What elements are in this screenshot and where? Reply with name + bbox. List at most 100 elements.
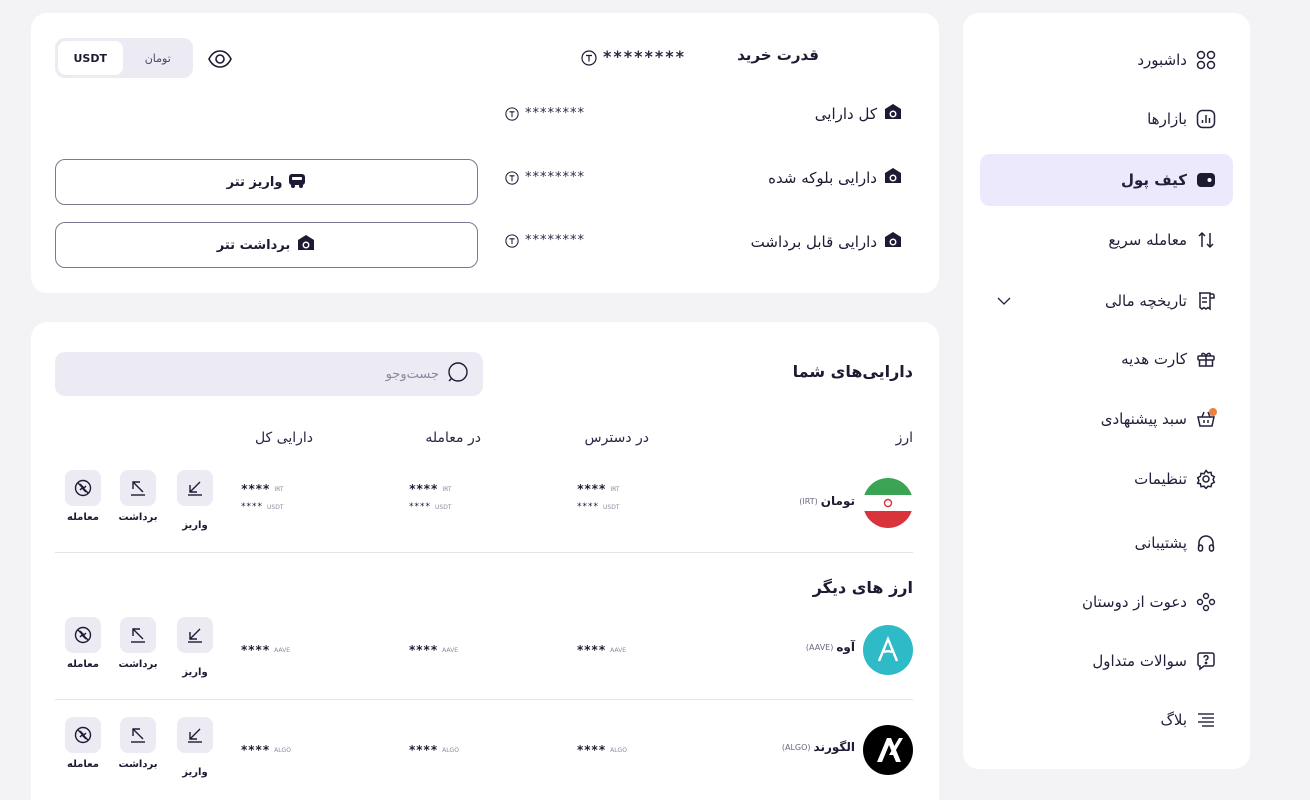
toggle-toman[interactable]: تومان — [126, 41, 191, 75]
withdraw-tether-button[interactable]: برداشت تتر — [55, 222, 478, 268]
purchase-power-label: قدرت خرید — [737, 46, 819, 64]
withdraw-label: برداشت — [118, 659, 158, 670]
coin-name: آوه (AAVE) — [806, 640, 855, 654]
withdraw-arrow-icon[interactable] — [120, 617, 156, 653]
people-icon — [1195, 591, 1217, 613]
gift-icon — [1195, 348, 1217, 370]
wallet-money-icon — [883, 103, 903, 125]
unit-label: USDT — [603, 503, 620, 511]
masked-value: ******** — [525, 233, 585, 248]
withdraw-arrow-icon[interactable] — [120, 717, 156, 753]
sidebar-item-quick-trade[interactable]: معامله سریع — [980, 214, 1233, 266]
other-currencies-title: ارز های دیگر — [812, 578, 913, 597]
withdraw-action[interactable]: برداشت — [118, 717, 158, 770]
tether-icon — [581, 49, 597, 66]
total-assets-label: کل دارایی — [814, 105, 877, 123]
toggle-usdt[interactable]: USDT — [58, 41, 123, 75]
sidebar-item-settings[interactable]: تنظیمات — [980, 453, 1233, 505]
deposit-action[interactable]: واریز — [177, 617, 213, 678]
trade-disabled-icon[interactable] — [65, 717, 101, 753]
coin-symbol: (IRT) — [799, 496, 818, 506]
wallet-summary-card: USDT تومان قدرت خرید ******** کل دارایی … — [31, 13, 939, 293]
assets-card: دارایی‌های شما ارز در دسترس در معامله دا… — [31, 322, 939, 800]
deposit-label: واریز — [182, 520, 208, 531]
withdraw-label: برداشت — [118, 512, 158, 523]
deposit-arrow-icon[interactable] — [177, 470, 213, 506]
coin-name: تومان (IRT) — [799, 494, 855, 508]
wallet-money-icon — [296, 234, 316, 256]
sidebar-item-label: بلاگ — [1160, 711, 1187, 729]
trade-label: معامله — [67, 512, 99, 523]
tether-icon — [505, 233, 519, 248]
eye-icon[interactable] — [207, 46, 233, 72]
withdraw-action[interactable]: برداشت — [118, 617, 158, 670]
sidebar-item-label: پشتیبانی — [1134, 534, 1187, 552]
coin-symbol: (ALGO) — [781, 742, 811, 752]
notification-badge — [1209, 408, 1217, 416]
deposit-arrow-icon[interactable] — [177, 717, 213, 753]
sidebar-item-invite-friends[interactable]: دعوت از دوستان — [980, 576, 1233, 628]
sidebar-item-suggested-basket[interactable]: سبد پیشنهادی — [980, 393, 1233, 445]
masked-value: **** — [241, 482, 271, 496]
withdrawable-assets-row: دارایی قابل برداشت — [751, 231, 903, 253]
sidebar-item-faq[interactable]: سوالات متداول — [980, 635, 1233, 687]
row-divider — [55, 552, 913, 553]
question-bubble-icon — [1195, 650, 1217, 672]
total-value: AAVE **** — [241, 643, 290, 657]
masked-value: **** — [409, 743, 439, 757]
sidebar-item-blog[interactable]: بلاگ — [980, 694, 1233, 746]
trade-action[interactable]: معامله — [65, 617, 101, 670]
trade-action[interactable]: معامله — [65, 470, 101, 523]
total-sub-value: USDT **** — [241, 502, 284, 512]
trade-disabled-icon[interactable] — [65, 470, 101, 506]
sidebar-item-financial-history[interactable]: تاریخچه مالی — [980, 275, 1233, 327]
masked-value: ******** — [525, 170, 585, 185]
deposit-truck-icon — [288, 172, 306, 192]
search-box — [55, 352, 483, 396]
masked-value: **** — [241, 743, 271, 757]
sidebar-item-label: داشبورد — [1137, 51, 1187, 69]
deposit-tether-button[interactable]: واریز تتر — [55, 159, 478, 205]
withdrawable-assets-value: ******** — [505, 233, 585, 248]
withdraw-label: برداشت — [118, 759, 158, 770]
masked-value: **** — [409, 643, 439, 657]
unit-label: IRT — [274, 485, 284, 493]
coin-name-label: الگورند — [813, 740, 855, 754]
sidebar-item-gift-card[interactable]: کارت هدیه — [980, 333, 1233, 385]
masked-value: ******** — [603, 47, 686, 66]
deposit-arrow-icon[interactable] — [177, 617, 213, 653]
currency-toggle: USDT تومان — [55, 38, 193, 78]
available-value: ALGO **** — [577, 743, 627, 757]
withdraw-arrow-icon[interactable] — [120, 470, 156, 506]
wallet-money-icon — [883, 231, 903, 253]
withdraw-action[interactable]: برداشت — [118, 470, 158, 523]
search-input[interactable] — [79, 366, 439, 382]
wallet-icon — [1195, 169, 1217, 191]
aave-logo-icon — [863, 625, 913, 675]
column-in-trade: در معامله — [425, 430, 481, 446]
masked-value: **** — [241, 643, 271, 657]
tether-icon — [505, 106, 519, 121]
trade-disabled-icon[interactable] — [65, 617, 101, 653]
unit-label: ALGO — [442, 746, 459, 754]
deposit-action[interactable]: واریز — [177, 717, 213, 778]
purchase-power-value: ******** — [581, 47, 686, 66]
sidebar-item-wallet[interactable]: کیف پول — [980, 154, 1233, 206]
sidebar-item-dashboard[interactable]: داشبورد — [980, 34, 1233, 86]
sidebar-item-label: تنظیمات — [1134, 470, 1187, 488]
sidebar-item-label: کارت هدیه — [1121, 350, 1187, 368]
masked-value: **** — [241, 502, 263, 512]
basket-icon — [1195, 408, 1217, 430]
unit-label: USDT — [435, 503, 452, 511]
trade-action[interactable]: معامله — [65, 717, 101, 770]
sidebar-item-support[interactable]: پشتیبانی — [980, 517, 1233, 569]
deposit-action[interactable]: واریز — [177, 470, 213, 531]
sidebar-item-markets[interactable]: بازارها — [980, 93, 1233, 145]
masked-value: **** — [577, 643, 607, 657]
gear-icon — [1195, 468, 1217, 490]
unit-label: IRT — [610, 485, 620, 493]
iran-flag-icon — [863, 478, 913, 528]
chevron-down-icon[interactable] — [994, 291, 1014, 311]
coin-name-label: تومان — [820, 494, 855, 508]
column-currency: ارز — [895, 430, 913, 446]
